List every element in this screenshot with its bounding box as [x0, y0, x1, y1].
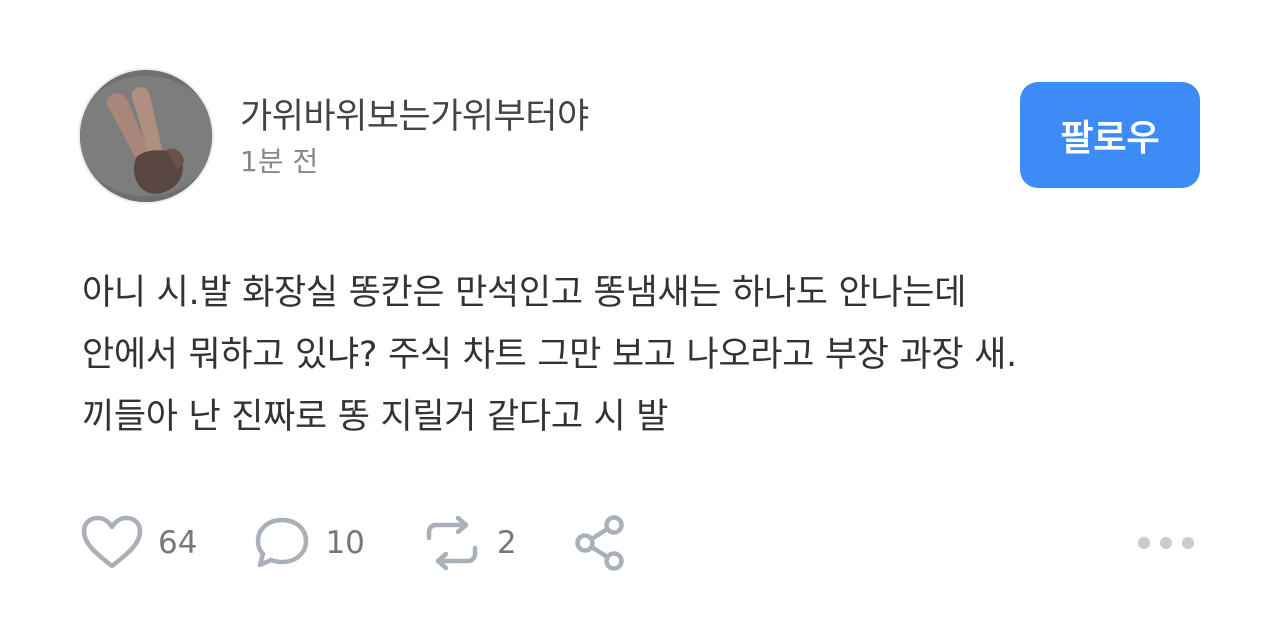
author-username[interactable]: 가위바위보는가위부터야 — [240, 88, 589, 139]
like-button[interactable]: 64 — [80, 514, 197, 572]
like-count: 64 — [158, 525, 198, 561]
more-dots-icon — [1160, 537, 1172, 549]
peace-sign-hand-photo-icon — [80, 70, 212, 202]
share-button[interactable] — [573, 513, 629, 573]
post-card: 가위바위보는가위부터야 1분 전 팔로우 아니 시.발 화장실 똥칸은 만석인고… — [0, 0, 1280, 624]
comment-button[interactable]: 10 — [253, 514, 365, 572]
avatar[interactable] — [80, 70, 212, 202]
post-content: 아니 시.발 화장실 똥칸은 만석인고 똥냄새는 하나도 안나는데 안에서 뭐하… — [82, 262, 1192, 448]
speech-bubble-icon — [256, 517, 309, 568]
post-content-line: 안에서 뭐하고 있냐? 주식 차트 그만 보고 나오라고 부장 과장 새. — [82, 335, 1017, 375]
share-icon — [574, 515, 624, 571]
heart-icon — [81, 515, 143, 569]
post-content-line: 아니 시.발 화장실 똥칸은 만석인고 똥냄새는 하나도 안나는데 — [82, 273, 967, 313]
more-options-button[interactable] — [1138, 526, 1194, 560]
repost-button[interactable]: 2 — [421, 514, 517, 572]
follow-button[interactable]: 팔로우 — [1020, 82, 1200, 188]
action-bar: 64 10 2 — [80, 512, 629, 574]
repost-icon — [426, 515, 478, 571]
more-dots-icon — [1138, 537, 1150, 549]
comment-count: 10 — [325, 525, 365, 561]
repost-count: 2 — [496, 525, 517, 561]
more-dots-icon — [1182, 537, 1194, 549]
post-content-line: 끼들아 난 진짜로 똥 지릴거 같다고 시 발 — [82, 397, 669, 437]
post-timestamp: 1분 전 — [240, 145, 319, 178]
